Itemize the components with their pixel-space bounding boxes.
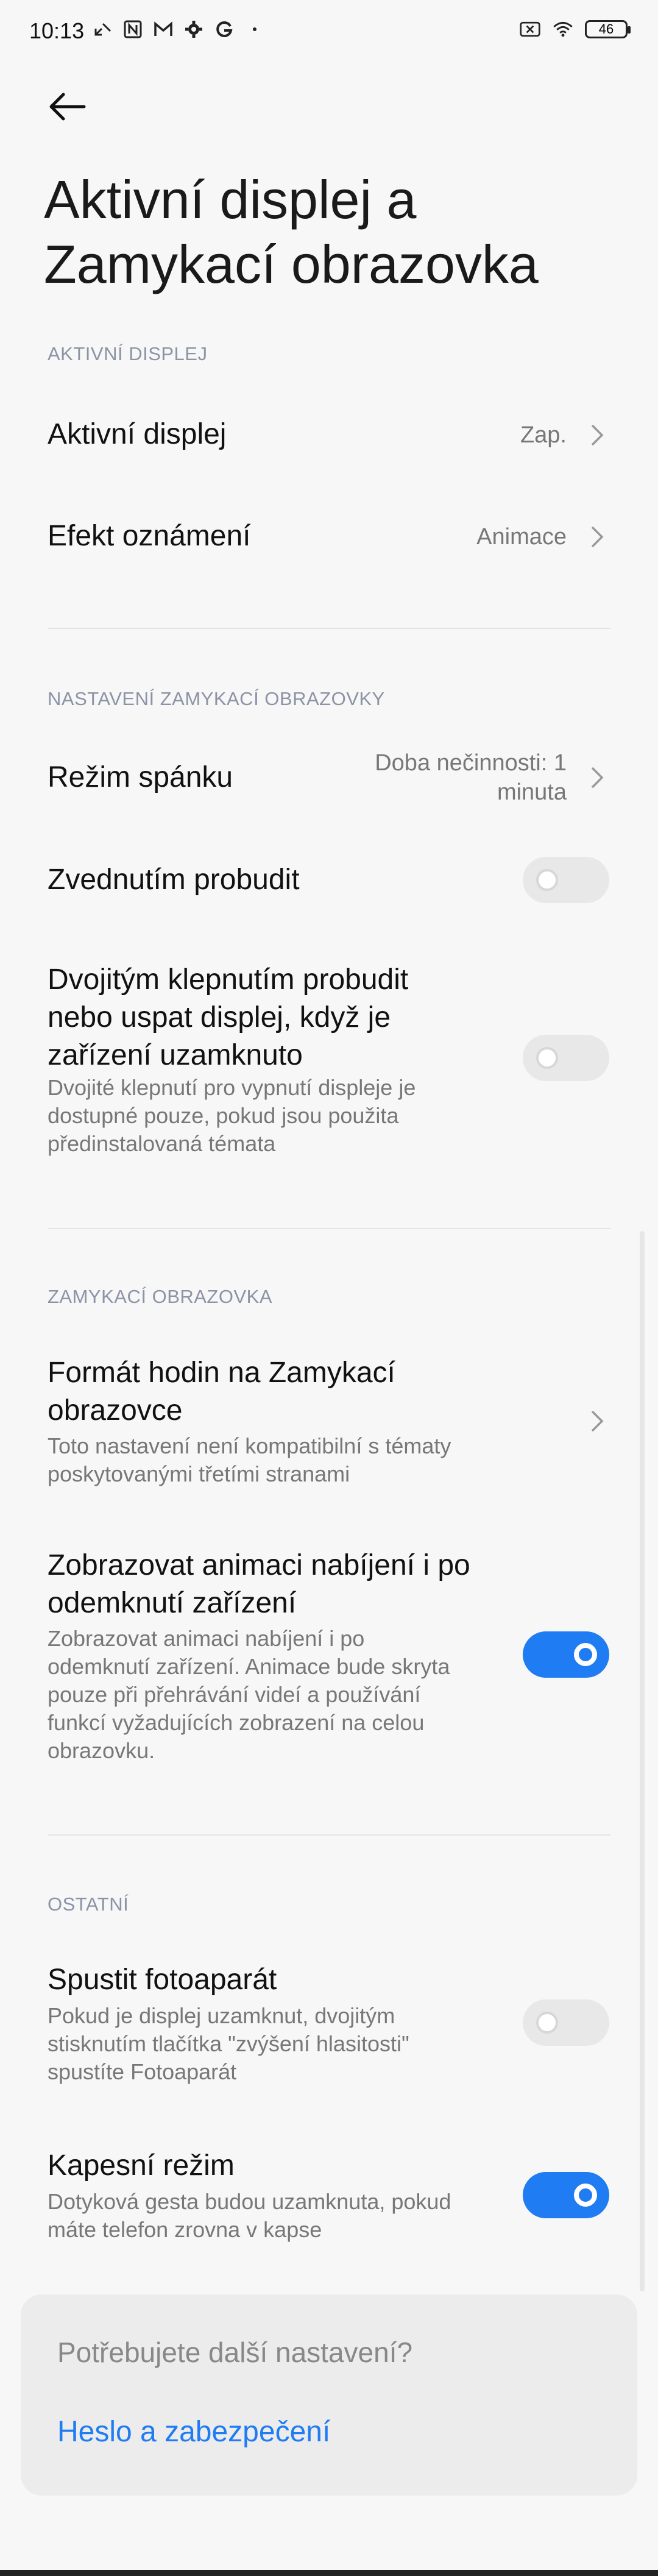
page-title: Aktivní displej a Zamykací obrazovka — [44, 168, 629, 297]
double-tap-title: Dvojitým klepnutím probudit nebo uspat d… — [48, 961, 474, 1074]
dot-icon — [244, 18, 266, 40]
pocket-mode-subtitle: Dotyková gesta budou uzamknuta, pokud má… — [48, 2188, 498, 2244]
page-title-line2: Zamykací obrazovka — [44, 234, 539, 294]
pocket-mode-toggle[interactable] — [523, 2172, 609, 2218]
notification-effect-value: Animace — [476, 524, 567, 550]
more-settings-title: Potřebujete další nastavení? — [57, 2336, 413, 2368]
charging-title-line1: Zobrazovat animaci nabíjení i po — [48, 1549, 470, 1581]
double-tap-sub-line1: Dvojité klepnutí pro vypnutí displeje je — [48, 1075, 416, 1100]
charging-sub-line2: odemknutí zařízení. Animace bude skryta — [48, 1654, 450, 1679]
battery-level: 46 — [598, 21, 614, 37]
raise-to-wake-title: Zvednutím probudit — [48, 864, 300, 896]
google-icon — [213, 18, 235, 40]
charging-animation-subtitle: Zobrazovat animaci nabíjení i po odemknu… — [48, 1625, 498, 1765]
toggle-knob — [574, 1643, 597, 1666]
section-header-lock-screen: ZAMYKACÍ OBRAZOVKA — [48, 1286, 273, 1307]
sleep-mode-value-line1: Doba nečinnosti: 1 — [375, 750, 567, 776]
chevron-right-icon — [585, 525, 609, 549]
toggle-knob — [574, 2184, 597, 2207]
clock-format-subtitle: Toto nastavení není kompatibilní s témat… — [48, 1432, 498, 1488]
charging-animation-toggle[interactable] — [523, 1631, 609, 1678]
sim-x-icon — [519, 18, 541, 40]
clock-format-title-line1: Formát hodin na Zamykací — [48, 1357, 395, 1389]
double-tap-sub-line2: dostupné pouze, pokud jsou použita — [48, 1103, 399, 1128]
pocket-sub-line1: Dotyková gesta budou uzamknuta, pokud — [48, 2189, 451, 2214]
divider — [48, 628, 610, 629]
clock-format-sub-line2: poskytovanými třetími stranami — [48, 1461, 350, 1486]
section-header-lock-settings: NASTAVENÍ ZAMYKACÍ OBRAZOVKY — [48, 688, 385, 709]
toggle-knob — [536, 2012, 558, 2034]
charging-animation-title: Zobrazovat animaci nabíjení i po odemknu… — [48, 1547, 474, 1622]
double-tap-toggle[interactable] — [523, 1035, 609, 1081]
scroll-indicator[interactable] — [640, 1231, 645, 2291]
launch-camera-toggle[interactable] — [523, 1999, 609, 2046]
double-tap-sub-line3: předinstalovaná témata — [48, 1131, 276, 1156]
section-header-active-display: AKTIVNÍ DISPLEJ — [48, 343, 208, 364]
divider — [48, 1834, 610, 1836]
toggle-knob — [536, 869, 558, 891]
more-settings-card: Potřebujete další nastavení? Heslo a zab… — [21, 2294, 637, 2496]
charging-title-line2: odemknutí zařízení — [48, 1587, 297, 1619]
active-display-value: Zap. — [520, 422, 567, 448]
camera-sub-line1: Pokud je displej uzamknut, dvojitým — [48, 2003, 395, 2028]
clock-format-title-line2: obrazovce — [48, 1394, 183, 1427]
chevron-right-icon — [585, 423, 609, 447]
page-title-line1: Aktivní displej a — [44, 169, 417, 230]
pocket-sub-line2: máte telefon zrovna v kapse — [48, 2217, 322, 2242]
launch-camera-title: Spustit fotoaparát — [48, 1964, 277, 1996]
back-button[interactable] — [43, 82, 91, 131]
missed-call-icon — [91, 18, 113, 40]
sleep-mode-value-line2: minuta — [497, 779, 567, 805]
divider — [48, 1228, 610, 1229]
nfc-icon — [122, 18, 144, 40]
double-tap-title-line3: zařízení uzamknuto — [48, 1039, 303, 1071]
raise-to-wake-toggle[interactable] — [523, 857, 609, 903]
launch-camera-subtitle: Pokud je displej uzamknut, dvojitým stis… — [48, 2002, 498, 2086]
password-security-link[interactable]: Heslo a zabezpečení — [57, 2415, 330, 2449]
settings-icon — [183, 18, 205, 40]
status-left-icons — [91, 18, 266, 40]
chevron-right-icon — [585, 765, 609, 790]
clock-format-sub-line1: Toto nastavení není kompatibilní s témat… — [48, 1433, 451, 1458]
notification-effect-title: Efekt oznámení — [48, 520, 251, 552]
section-header-other: OSTATNÍ — [48, 1893, 129, 1915]
wifi-icon — [552, 18, 574, 40]
double-tap-title-line2: nebo uspat displej, když je — [48, 1001, 391, 1034]
status-bar: 10:13 46 — [0, 0, 658, 67]
clock-format-title: Formát hodin na Zamykací obrazovce — [48, 1354, 474, 1430]
toggle-knob — [536, 1047, 558, 1069]
charging-sub-line3: pouze při přehrávání videí a používání — [48, 1682, 421, 1707]
active-display-title: Aktivní displej — [48, 418, 227, 450]
charging-sub-line1: Zobrazovat animaci nabíjení i po — [48, 1626, 365, 1651]
gmail-icon — [152, 18, 174, 40]
back-arrow-icon — [49, 93, 86, 121]
double-tap-subtitle: Dvojité klepnutí pro vypnutí displeje je… — [48, 1074, 498, 1158]
status-time: 10:13 — [29, 18, 85, 43]
charging-sub-line4: funkcí vyžadujících zobrazení na celou — [48, 1710, 425, 1735]
battery-icon: 46 — [585, 20, 631, 38]
double-tap-title-line1: Dvojitým klepnutím probudit — [48, 963, 409, 996]
navigation-bar — [0, 2570, 658, 2576]
status-right-icons: 46 — [519, 18, 631, 40]
chevron-right-icon — [585, 1409, 609, 1433]
pocket-mode-title: Kapesní režim — [48, 2149, 235, 2182]
camera-sub-line2: stisknutím tlačítka "zvýšení hlasitosti" — [48, 2031, 409, 2056]
charging-sub-line5: obrazovku. — [48, 1738, 155, 1763]
sleep-mode-value: Doba nečinnosti: 1 minuta — [375, 748, 567, 807]
camera-sub-line3: spustíte Fotoaparát — [48, 2059, 237, 2084]
